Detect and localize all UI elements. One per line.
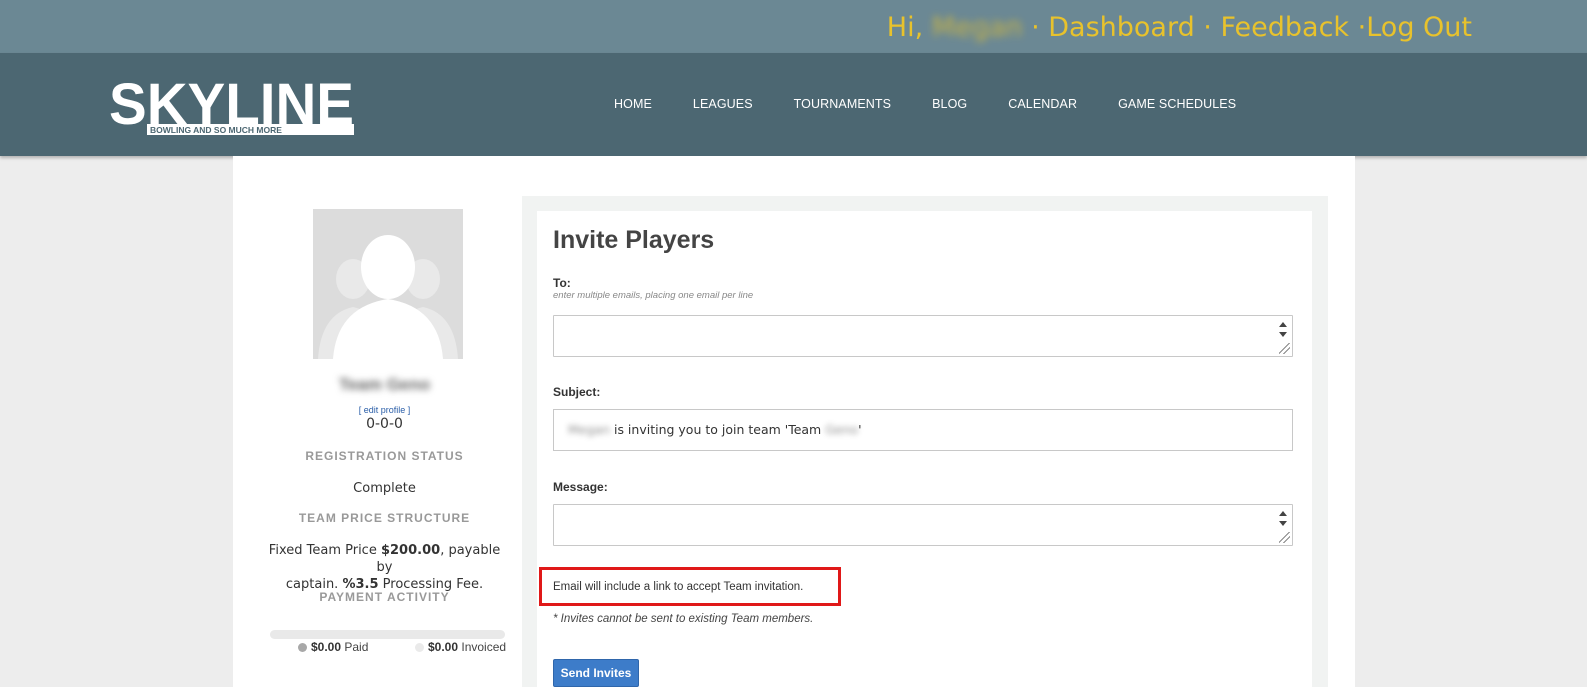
nav-game-schedules[interactable]: GAME SCHEDULES	[1118, 97, 1236, 111]
nav-blog[interactable]: BLOG	[932, 97, 967, 111]
user-links: Hi, Megan · Dashboard · Feedback ·Log Ou…	[887, 12, 1472, 43]
skyline-logo[interactable]: SKYLINE BOWLING AND SO MUCH MORE	[109, 72, 359, 138]
team-price-text: Fixed Team Price $200.00, payable by cap…	[262, 542, 507, 593]
edit-profile-link[interactable]: [ edit profile ]	[262, 405, 507, 415]
user-bar: Hi, Megan · Dashboard · Feedback ·Log Ou…	[0, 0, 1587, 56]
main-header: SKYLINE BOWLING AND SO MUCH MORE HOME LE…	[0, 53, 1587, 156]
separator: ·	[1022, 12, 1049, 43]
invoiced-dot-icon	[415, 643, 424, 652]
subject-sender-name: Megan	[568, 422, 610, 437]
resize-grip-icon[interactable]	[1279, 343, 1290, 354]
invoiced-label: Invoiced	[458, 640, 507, 654]
paid-dot-icon	[298, 643, 307, 652]
separator: ·	[1194, 12, 1221, 43]
to-field[interactable]	[553, 315, 1293, 357]
logo-tagline: BOWLING AND SO MUCH MORE	[150, 125, 282, 135]
subject-label: Subject:	[553, 385, 601, 399]
team-price-label: TEAM PRICE STRUCTURE	[298, 511, 471, 525]
team-silhouette-icon	[313, 209, 463, 359]
feedback-link[interactable]: Feedback	[1220, 12, 1349, 43]
team-avatar	[313, 209, 463, 359]
subject-team-name: Geno	[825, 422, 859, 437]
logout-link[interactable]: Log Out	[1366, 12, 1472, 43]
resize-grip-icon[interactable]	[1279, 532, 1290, 543]
subject-text-end: '	[858, 422, 862, 437]
paid-label: Paid	[341, 640, 369, 654]
team-name: Team Geno	[338, 375, 431, 394]
subject-field[interactable]: Megan is inviting you to join team 'Team…	[553, 409, 1293, 451]
price-amount: $200.00	[380, 543, 441, 558]
invoiced-legend: $0.00 Invoiced	[415, 640, 506, 654]
main-nav: HOME LEAGUES TOURNAMENTS BLOG CALENDAR G…	[614, 97, 1277, 111]
to-hint: enter multiple emails, placing one email…	[553, 290, 754, 301]
price-text: Fixed Team Price	[268, 543, 381, 558]
send-invites-button[interactable]: Send Invites	[553, 659, 639, 687]
paid-amount: $0.00	[311, 640, 342, 654]
team-record: 0-0-0	[366, 416, 403, 432]
registration-status-label: REGISTRATION STATUS	[305, 449, 464, 463]
paid-legend: $0.00 Paid	[298, 640, 368, 654]
nav-calendar[interactable]: CALENDAR	[1008, 97, 1077, 111]
invoiced-amount: $0.00	[428, 640, 459, 654]
separator: ·	[1349, 12, 1367, 43]
subject-text: is inviting you to join team 'Team	[610, 422, 826, 437]
existing-members-note: * Invites cannot be sent to existing Tea…	[553, 613, 814, 625]
message-field[interactable]	[553, 504, 1293, 546]
payment-activity-label: PAYMENT ACTIVITY	[319, 590, 450, 604]
invite-link-note: Email will include a link to accept Team…	[553, 581, 804, 593]
greeting-text: Hi,	[886, 12, 924, 43]
dashboard-link[interactable]: Dashboard	[1048, 12, 1194, 43]
registration-status-value: Complete	[353, 481, 416, 496]
payment-progress-bar	[270, 630, 505, 639]
user-name: Megan	[931, 12, 1023, 43]
nav-leagues[interactable]: LEAGUES	[693, 97, 753, 111]
page-title: Invite Players	[553, 226, 715, 254]
to-label: To:	[553, 276, 571, 290]
message-label: Message:	[553, 480, 608, 494]
nav-tournaments[interactable]: TOURNAMENTS	[794, 97, 891, 111]
nav-home[interactable]: HOME	[614, 97, 652, 111]
